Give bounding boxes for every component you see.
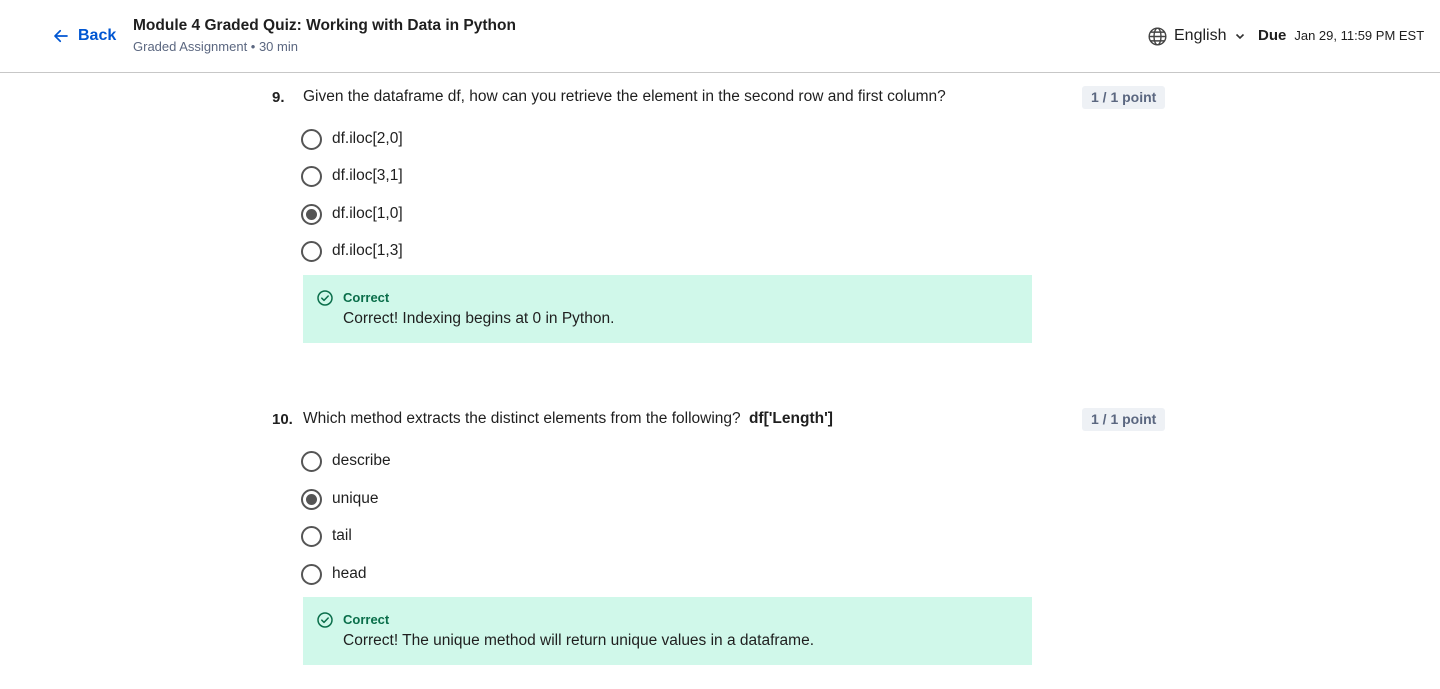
radio-button-selected[interactable] (301, 203, 322, 225)
assignment-subtitle: Graded Assignment • 30 min (133, 39, 298, 54)
answer-option-label: df.iloc[1,0] (332, 205, 403, 222)
points-badge: 1 / 1 point (1082, 408, 1166, 431)
question-text: Which method extracts the distinct eleme… (303, 410, 833, 428)
due-label: Due (1258, 27, 1287, 44)
answer-option[interactable]: tail (301, 524, 352, 548)
question-text: Given the dataframe df, how can you retr… (303, 88, 946, 105)
question-text-main: Which method extracts the distinct eleme… (303, 410, 741, 427)
chevron-down-icon (1236, 33, 1245, 40)
feedback-status: Correct (343, 612, 390, 627)
assignment-header: Back Module 4 Graded Quiz: Working with … (0, 0, 1440, 73)
radio-button[interactable] (301, 450, 322, 472)
question-number: 9. (272, 89, 285, 106)
answer-option[interactable]: describe (301, 449, 391, 473)
question-code: df['Length'] (748, 410, 833, 427)
answer-option-label: df.iloc[2,0] (332, 130, 403, 147)
answer-option[interactable]: df.iloc[2,0] (301, 127, 403, 151)
points-badge: 1 / 1 point (1082, 86, 1166, 109)
due-date: Jan 29, 11:59 PM EST (1294, 28, 1425, 43)
question-header: 10. Which method extracts the distinct e… (0, 408, 1440, 432)
answer-option-label: df.iloc[3,1] (332, 167, 403, 184)
answer-option-selected[interactable]: unique (301, 487, 379, 511)
feedback-message: Correct! Indexing begins at 0 in Python. (343, 310, 615, 327)
feedback-message: Correct! The unique method will return u… (343, 632, 815, 649)
radio-button-selected[interactable] (301, 488, 322, 510)
radio-button[interactable] (301, 525, 322, 547)
question-header: 9. Given the dataframe df, how can you r… (0, 86, 1440, 110)
feedback-status: Correct (343, 290, 390, 305)
check-circle-icon (317, 612, 333, 628)
answer-option-selected[interactable]: df.iloc[1,0] (301, 202, 403, 226)
answer-option-label: tail (332, 527, 352, 544)
radio-button[interactable] (301, 240, 322, 262)
answer-option[interactable]: df.iloc[1,3] (301, 239, 403, 263)
language-label: English (1174, 27, 1227, 44)
answer-option-label: describe (332, 452, 391, 469)
due-date-block: Due Jan 29, 11:59 PM EST (1258, 27, 1424, 44)
check-circle-icon (317, 290, 333, 306)
radio-button[interactable] (301, 165, 322, 187)
arrow-left-icon (54, 29, 68, 43)
radio-button[interactable] (301, 128, 322, 150)
assignment-title-block: Module 4 Graded Quiz: Working with Data … (133, 16, 516, 56)
answer-option[interactable]: head (301, 562, 366, 586)
feedback-box: Correct Correct! The unique method will … (303, 597, 1032, 665)
language-selector[interactable]: English (1147, 25, 1246, 47)
radio-dot (306, 493, 317, 505)
page-title: Module 4 Graded Quiz: Working with Data … (133, 17, 516, 34)
answer-option-label: unique (332, 490, 379, 507)
radio-button[interactable] (301, 563, 322, 585)
globe-icon (1148, 26, 1167, 46)
radio-dot (306, 208, 317, 220)
answer-option-label: df.iloc[1,3] (332, 242, 403, 259)
back-button-label: Back (78, 27, 117, 44)
answer-option[interactable]: df.iloc[3,1] (301, 164, 403, 188)
feedback-box: Correct Correct! Indexing begins at 0 in… (303, 275, 1032, 343)
question-number: 10. (272, 411, 293, 428)
back-button[interactable]: Back (52, 25, 116, 47)
answer-option-label: head (332, 565, 367, 582)
